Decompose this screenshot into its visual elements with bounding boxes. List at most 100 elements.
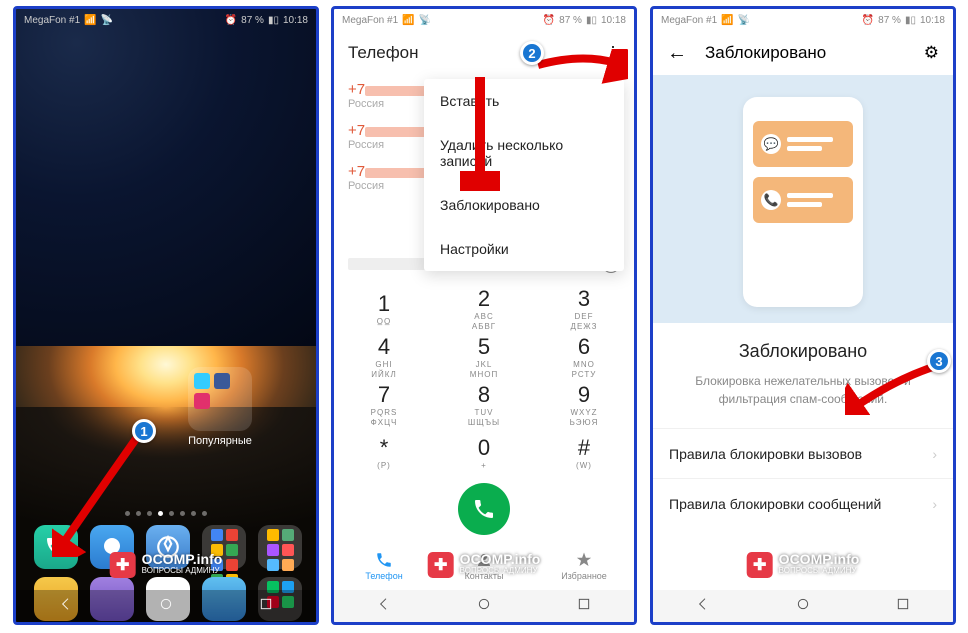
watermark: ✚ OCOMP.infoВОПРОСЫ АДМИНУ bbox=[428, 552, 541, 578]
folder-label: Популярные bbox=[168, 435, 272, 447]
menu-item-delete-multiple[interactable]: Удалить несколько записей bbox=[424, 123, 624, 183]
time-label: 10:18 bbox=[920, 15, 945, 26]
battery-label: 87 % bbox=[241, 15, 264, 26]
menu-item-blocked[interactable]: Заблокировано bbox=[424, 183, 624, 227]
dial-key-star[interactable]: *(P) bbox=[334, 429, 434, 477]
watermark-subtext: ВОПРОСЫ АДМИНУ bbox=[460, 565, 541, 577]
item-call-block-rules[interactable]: Правила блокировки вызовов › bbox=[653, 428, 953, 478]
status-bar: MegaFon #1 📶 📡 ⏰ 87 % ▮▯ 10:18 bbox=[16, 9, 316, 31]
battery-label: 87 % bbox=[878, 15, 901, 26]
watermark-icon: ✚ bbox=[747, 552, 773, 578]
watermark-subtext: ВОПРОСЫ АДМИНУ bbox=[779, 565, 860, 577]
nav-back-icon[interactable] bbox=[376, 596, 392, 617]
tab-label: Телефон bbox=[365, 571, 402, 581]
hero-illustration: 💬 📞 bbox=[653, 75, 953, 323]
alarm-icon: ⏰ bbox=[225, 15, 237, 26]
call-number: +7 bbox=[348, 81, 365, 98]
dial-key-8[interactable]: 8TUVШЩЪЫ bbox=[434, 381, 534, 429]
folder-app-icon bbox=[194, 393, 210, 409]
watermark-text: OCOMP.info bbox=[142, 553, 223, 565]
nav-back-icon[interactable] bbox=[695, 596, 711, 617]
phone-screen-home: MegaFon #1 📶 📡 ⏰ 87 % ▮▯ 10:18 Популярные bbox=[13, 6, 319, 625]
callout-1: 1 bbox=[132, 419, 156, 443]
dial-key-6[interactable]: 6MNOРСТУ bbox=[534, 333, 634, 381]
dial-key-4[interactable]: 4GHIИЙКЛ bbox=[334, 333, 434, 381]
call-button[interactable] bbox=[458, 483, 510, 535]
nav-recent-icon[interactable] bbox=[895, 596, 911, 617]
back-arrow-icon[interactable]: ← bbox=[667, 42, 687, 65]
dial-key-2[interactable]: 2ABCАБВГ bbox=[434, 285, 534, 333]
nav-bar bbox=[16, 590, 316, 622]
time-label: 10:18 bbox=[601, 15, 626, 26]
signal-icon: 📶 bbox=[721, 15, 733, 26]
folder-app-icon bbox=[194, 373, 210, 389]
dial-key-1[interactable]: 1O̲O̲ bbox=[334, 285, 434, 333]
wifi-icon: 📡 bbox=[738, 15, 750, 26]
dial-key-9[interactable]: 9WXYZЬЭЮЯ bbox=[534, 381, 634, 429]
annotation-arrow bbox=[460, 73, 500, 191]
battery-icon: ▮▯ bbox=[586, 15, 597, 26]
chevron-right-icon: › bbox=[932, 446, 937, 462]
nav-home-icon[interactable] bbox=[795, 596, 811, 617]
phone-screen-dialer: MegaFon #1📶📡 ⏰87 %▮▯10:18 Телефон ⋮ +7Ро… bbox=[331, 6, 637, 625]
alarm-icon: ⏰ bbox=[543, 15, 555, 26]
chat-icon: 💬 bbox=[761, 134, 781, 154]
tab-phone[interactable]: Телефон bbox=[334, 545, 434, 587]
callout-2: 2 bbox=[520, 41, 544, 65]
dial-key-7[interactable]: 7PQRSФХЦЧ bbox=[334, 381, 434, 429]
watermark-icon: ✚ bbox=[428, 552, 454, 578]
dial-key-3[interactable]: 3DEFДЕЖЗ bbox=[534, 285, 634, 333]
nav-bar bbox=[334, 590, 634, 622]
watermark-subtext: ВОПРОСЫ АДМИНУ bbox=[142, 565, 223, 577]
chevron-right-icon: › bbox=[932, 496, 937, 512]
time-label: 10:18 bbox=[283, 15, 308, 26]
folder-app-icon bbox=[214, 373, 230, 389]
dial-key-5[interactable]: 5JKLМНОП bbox=[434, 333, 534, 381]
carrier-label: MegaFon #1 bbox=[661, 15, 717, 26]
watermark-text: OCOMP.info bbox=[460, 553, 541, 565]
status-bar: MegaFon #1 📶 📡 ⏰ 87 % ▮▯ 10:18 bbox=[334, 9, 634, 31]
wifi-icon: 📡 bbox=[419, 15, 431, 26]
call-number: +7 bbox=[348, 163, 365, 180]
page-title: Телефон bbox=[348, 43, 419, 63]
home-folder-popular[interactable] bbox=[188, 367, 252, 431]
item-label: Правила блокировки сообщений bbox=[669, 496, 881, 512]
wifi-icon: 📡 bbox=[101, 15, 113, 26]
watermark-text: OCOMP.info bbox=[779, 553, 860, 565]
phone-screen-blocked: MegaFon #1 📶 📡 ⏰ 87 % ▮▯ 10:18 ← Заблокирован… bbox=[650, 6, 956, 625]
item-label: Правила блокировки вызовов bbox=[669, 446, 862, 462]
battery-icon: ▮▯ bbox=[905, 15, 916, 26]
nav-home-icon[interactable] bbox=[476, 596, 492, 617]
item-message-block-rules[interactable]: Правила блокировки сообщений › bbox=[653, 478, 953, 528]
dialpad: 1O̲O̲ 2ABCАБВГ 3DEFДЕЖЗ 4GHIИЙКЛ 5JKLМНО… bbox=[334, 285, 634, 477]
dial-key-hash[interactable]: #(W) bbox=[534, 429, 634, 477]
tab-label: Избранное bbox=[561, 571, 607, 581]
dock-folder[interactable] bbox=[258, 525, 302, 569]
watermark: ✚ OCOMP.infoВОПРОСЫ АДМИНУ bbox=[747, 552, 860, 578]
overflow-menu: Вставить Удалить несколько записей Забло… bbox=[424, 79, 624, 271]
status-bar: MegaFon #1 📶 📡 ⏰ 87 % ▮▯ 10:18 bbox=[653, 9, 953, 31]
alarm-icon: ⏰ bbox=[862, 15, 874, 26]
carrier-label: MegaFon #1 bbox=[24, 15, 80, 26]
blocked-header: ← Заблокировано ⚙ bbox=[653, 31, 953, 75]
battery-icon: ▮▯ bbox=[268, 15, 279, 26]
signal-icon: 📶 bbox=[84, 15, 96, 26]
nav-recent-icon[interactable] bbox=[576, 596, 592, 617]
nav-bar bbox=[653, 590, 953, 622]
nav-home-icon[interactable] bbox=[158, 596, 174, 617]
tab-favorites[interactable]: Избранное bbox=[534, 545, 634, 587]
menu-item-settings[interactable]: Настройки bbox=[424, 227, 624, 271]
callout-3: 3 bbox=[927, 349, 951, 373]
phone-icon: 📞 bbox=[761, 190, 781, 210]
annotation-arrow bbox=[532, 49, 628, 89]
gear-icon[interactable]: ⚙ bbox=[924, 43, 939, 63]
annotation-arrow bbox=[52, 427, 142, 557]
page-title: Заблокировано bbox=[705, 43, 906, 63]
carrier-label: MegaFon #1 bbox=[342, 15, 398, 26]
dial-key-0[interactable]: 0+ bbox=[434, 429, 534, 477]
signal-icon: 📶 bbox=[402, 15, 414, 26]
nav-back-icon[interactable] bbox=[58, 596, 74, 617]
call-number: +7 bbox=[348, 122, 365, 139]
battery-label: 87 % bbox=[559, 15, 582, 26]
nav-recent-icon[interactable] bbox=[258, 596, 274, 617]
